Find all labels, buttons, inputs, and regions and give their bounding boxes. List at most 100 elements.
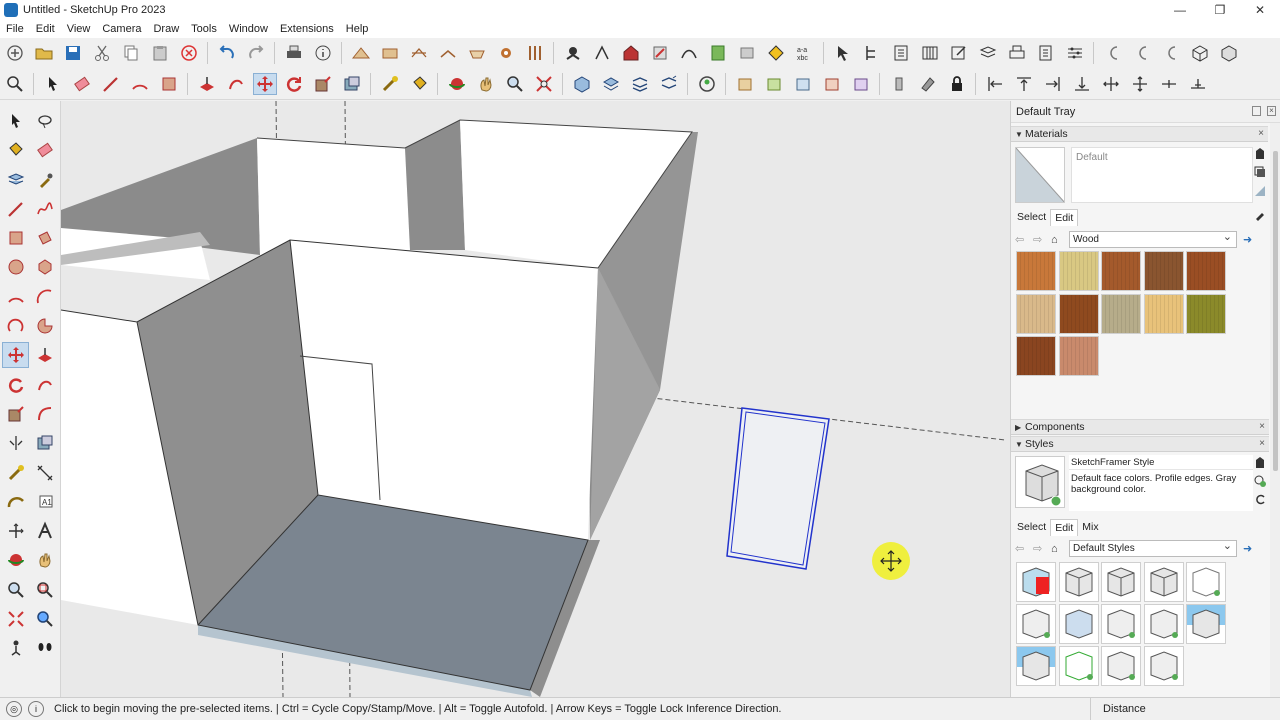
curve-c2-icon[interactable] xyxy=(1130,42,1154,64)
pan-tool-icon[interactable] xyxy=(31,547,58,573)
lock-icon[interactable] xyxy=(945,73,969,95)
solid-shell-icon[interactable] xyxy=(31,430,58,456)
material-swatch[interactable] xyxy=(1143,293,1184,334)
text-tool-icon[interactable]: A1 xyxy=(31,489,58,515)
rectangle-tool-icon[interactable] xyxy=(2,225,29,251)
home-icon[interactable]: ⌂ xyxy=(1051,234,1063,246)
distribute-vertical-icon[interactable] xyxy=(1128,73,1152,95)
curve-c1-icon[interactable] xyxy=(1101,42,1125,64)
tag-tool-icon[interactable] xyxy=(2,167,29,193)
sandbox-box-icon[interactable] xyxy=(733,73,757,95)
entity-info-icon[interactable] xyxy=(889,42,913,64)
warehouse-icon[interactable] xyxy=(619,42,643,64)
tape-measure-icon[interactable] xyxy=(378,73,402,95)
paste-icon[interactable] xyxy=(148,42,172,64)
menu-draw[interactable]: Draw xyxy=(147,20,185,38)
material-swatch[interactable] xyxy=(1186,251,1227,291)
layout-icon[interactable] xyxy=(706,42,730,64)
material-swatch[interactable] xyxy=(1101,251,1142,291)
styles-tab-select[interactable]: Select xyxy=(1013,519,1050,536)
style-swatch[interactable] xyxy=(1058,604,1099,644)
eraser-tool-icon[interactable] xyxy=(31,137,58,163)
pie-tool-icon[interactable] xyxy=(31,313,58,339)
align-bottom-icon[interactable] xyxy=(1070,73,1094,95)
profile-builder-icon[interactable] xyxy=(677,42,701,64)
components-panel-header[interactable]: ▶ Components × xyxy=(1011,419,1269,435)
rotate-tool-icon[interactable] xyxy=(2,372,29,398)
model-viewport[interactable] xyxy=(61,101,1010,697)
scale-tool-icon[interactable] xyxy=(2,401,29,427)
materials-tab-select[interactable]: Select xyxy=(1013,209,1050,226)
open-folder-icon[interactable] xyxy=(32,42,56,64)
tray-pin-button[interactable] xyxy=(1252,106,1261,116)
hierarchy-icon[interactable] xyxy=(860,42,884,64)
section-cuts-icon[interactable] xyxy=(590,42,614,64)
baseline-icon[interactable] xyxy=(1186,73,1210,95)
zoom-extents-icon[interactable] xyxy=(532,73,556,95)
lasso-select-icon[interactable] xyxy=(31,108,58,134)
unit-label-icon[interactable]: a-a xbc xyxy=(793,42,817,64)
push-pull-tool-icon[interactable] xyxy=(195,73,219,95)
undo-icon[interactable] xyxy=(215,42,239,64)
sandbox-remove-icon[interactable] xyxy=(820,73,844,95)
material-swatch[interactable] xyxy=(1058,336,1099,376)
materials-library-dropdown[interactable]: Wood xyxy=(1069,230,1237,248)
info-icon[interactable]: i xyxy=(28,701,44,717)
style-swatch[interactable] xyxy=(1016,604,1056,644)
select-tool-icon[interactable] xyxy=(41,73,65,95)
erase-selection-icon[interactable] xyxy=(177,42,201,64)
minimize-button[interactable]: — xyxy=(1160,0,1200,20)
style-swatch[interactable] xyxy=(1058,646,1099,686)
protractor-tool-icon[interactable] xyxy=(2,489,29,515)
geo-location-icon[interactable]: ◎ xyxy=(6,701,22,717)
edit-note-icon[interactable] xyxy=(947,42,971,64)
zoom-search-icon[interactable] xyxy=(3,73,27,95)
trimble-connect-icon[interactable] xyxy=(735,42,759,64)
align-top-icon[interactable] xyxy=(1012,73,1036,95)
save-icon[interactable] xyxy=(61,42,85,64)
tray-scroll-thumb[interactable] xyxy=(1273,151,1278,471)
sandbox-add-icon[interactable] xyxy=(762,73,786,95)
orbit-tool-icon[interactable] xyxy=(2,547,29,573)
material-swatch[interactable] xyxy=(1058,293,1099,334)
tray-scrollbar[interactable] xyxy=(1270,123,1280,697)
measurements-box[interactable]: Distance xyxy=(1090,698,1280,720)
flip-edge-icon[interactable] xyxy=(523,42,547,64)
three-point-arc-icon[interactable] xyxy=(2,313,29,339)
material-swatch[interactable] xyxy=(1186,293,1227,334)
material-swatch[interactable] xyxy=(1016,336,1056,376)
material-swatch[interactable] xyxy=(1101,293,1142,334)
scale-tool-icon[interactable] xyxy=(311,73,335,95)
paint-bucket-icon[interactable] xyxy=(2,137,29,163)
rotated-rectangle-icon[interactable] xyxy=(31,225,58,251)
front-view-icon[interactable] xyxy=(628,73,652,95)
forward-arrow-icon[interactable]: ⇨ xyxy=(1033,543,1045,555)
material-bucket-icon[interactable] xyxy=(1254,147,1266,161)
close-icon[interactable]: × xyxy=(1259,421,1265,432)
styles-panel-header[interactable]: ▼ Styles × xyxy=(1011,436,1269,452)
curve-c3-icon[interactable] xyxy=(1159,42,1183,64)
sample-paint-icon[interactable] xyxy=(1254,209,1266,221)
tags-icon[interactable] xyxy=(976,42,1000,64)
solid-tools-icon[interactable] xyxy=(916,73,940,95)
top-view-icon[interactable] xyxy=(599,73,623,95)
model-info-icon[interactable] xyxy=(311,42,335,64)
details-arrow-icon[interactable]: ➜ xyxy=(1243,543,1255,555)
style-description[interactable]: Default face colors. Profile edges. Gray… xyxy=(1069,470,1253,498)
maximize-button[interactable]: ❐ xyxy=(1200,0,1240,20)
settings-sliders-icon[interactable] xyxy=(1063,42,1087,64)
extension-manager-icon[interactable] xyxy=(648,42,672,64)
arc-tool-icon[interactable] xyxy=(128,73,152,95)
send-to-layout-icon[interactable] xyxy=(764,42,788,64)
materials-tab-edit[interactable]: Edit xyxy=(1050,209,1079,226)
solid-cylinder-icon[interactable] xyxy=(887,73,911,95)
forward-arrow-icon[interactable]: ⇨ xyxy=(1033,234,1045,246)
position-camera-icon[interactable] xyxy=(2,635,29,661)
menu-window[interactable]: Window xyxy=(223,20,274,38)
menu-tools[interactable]: Tools xyxy=(185,20,223,38)
sandbox-from-scratch-icon[interactable] xyxy=(378,42,402,64)
push-pull-tool-icon[interactable] xyxy=(31,342,58,368)
walk-tool-icon[interactable] xyxy=(31,635,58,661)
new-file-icon[interactable] xyxy=(3,42,27,64)
move-tool-icon[interactable] xyxy=(252,72,277,95)
